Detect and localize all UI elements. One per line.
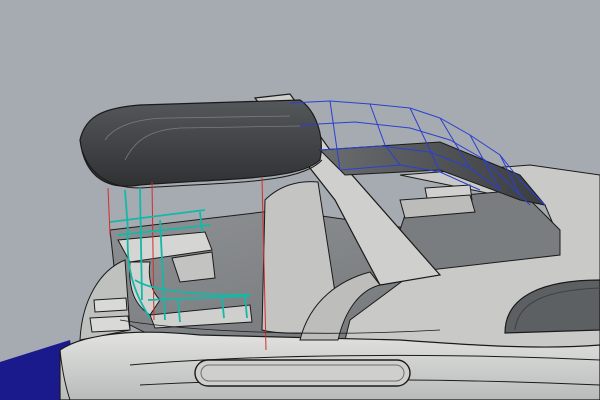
hardtop-roof <box>79 99 322 187</box>
hull-porthole-slot <box>194 359 411 387</box>
helm-seat <box>399 184 476 219</box>
boat-model-render <box>0 93 600 400</box>
3d-viewport[interactable] <box>0 0 600 400</box>
stern-steps <box>79 259 131 341</box>
